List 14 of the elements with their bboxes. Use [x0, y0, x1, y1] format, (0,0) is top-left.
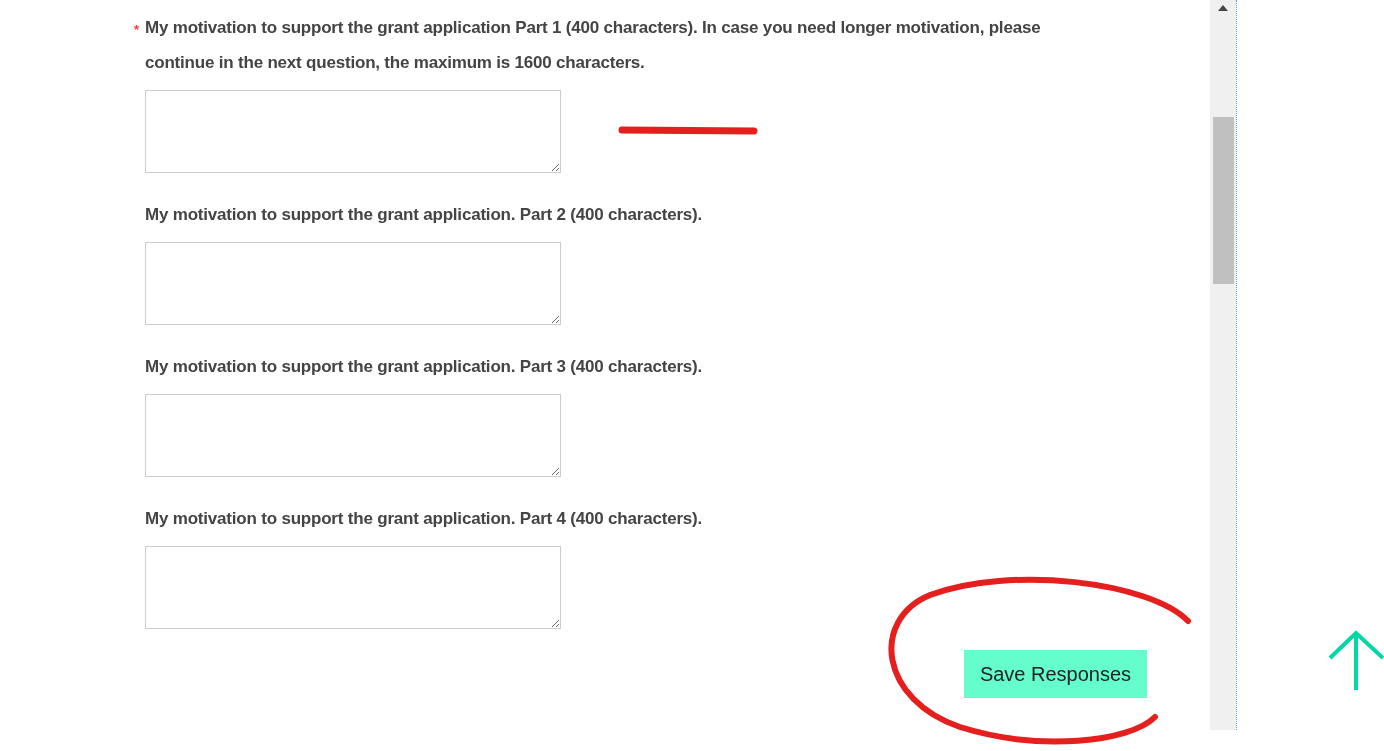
scroll-up-icon[interactable]	[1217, 4, 1229, 12]
answer-box[interactable]	[145, 242, 561, 325]
answer-box[interactable]	[145, 394, 561, 477]
scrollbar[interactable]	[1210, 0, 1236, 730]
up-arrow-icon[interactable]	[1328, 630, 1384, 692]
question-label: My motivation to support the grant application Part 1 (400 characters). In case you need longer motivation, please continue in the next question, the maximum is 1600 characters.	[145, 18, 1041, 72]
question-label: My motivation to support the grant application. Part 3 (400 characters).	[145, 357, 703, 376]
question-label: My motivation to support the grant application. Part 2 (400 characters).	[145, 205, 703, 224]
answer-box[interactable]	[145, 90, 561, 173]
scrollbar-thumb[interactable]	[1213, 117, 1234, 284]
save-responses-button[interactable]: Save Responses	[964, 650, 1147, 698]
answer-box[interactable]	[145, 546, 561, 629]
required-asterisk: *	[134, 21, 139, 39]
question-label: My motivation to support the grant application. Part 4 (400 characters).	[145, 509, 703, 528]
